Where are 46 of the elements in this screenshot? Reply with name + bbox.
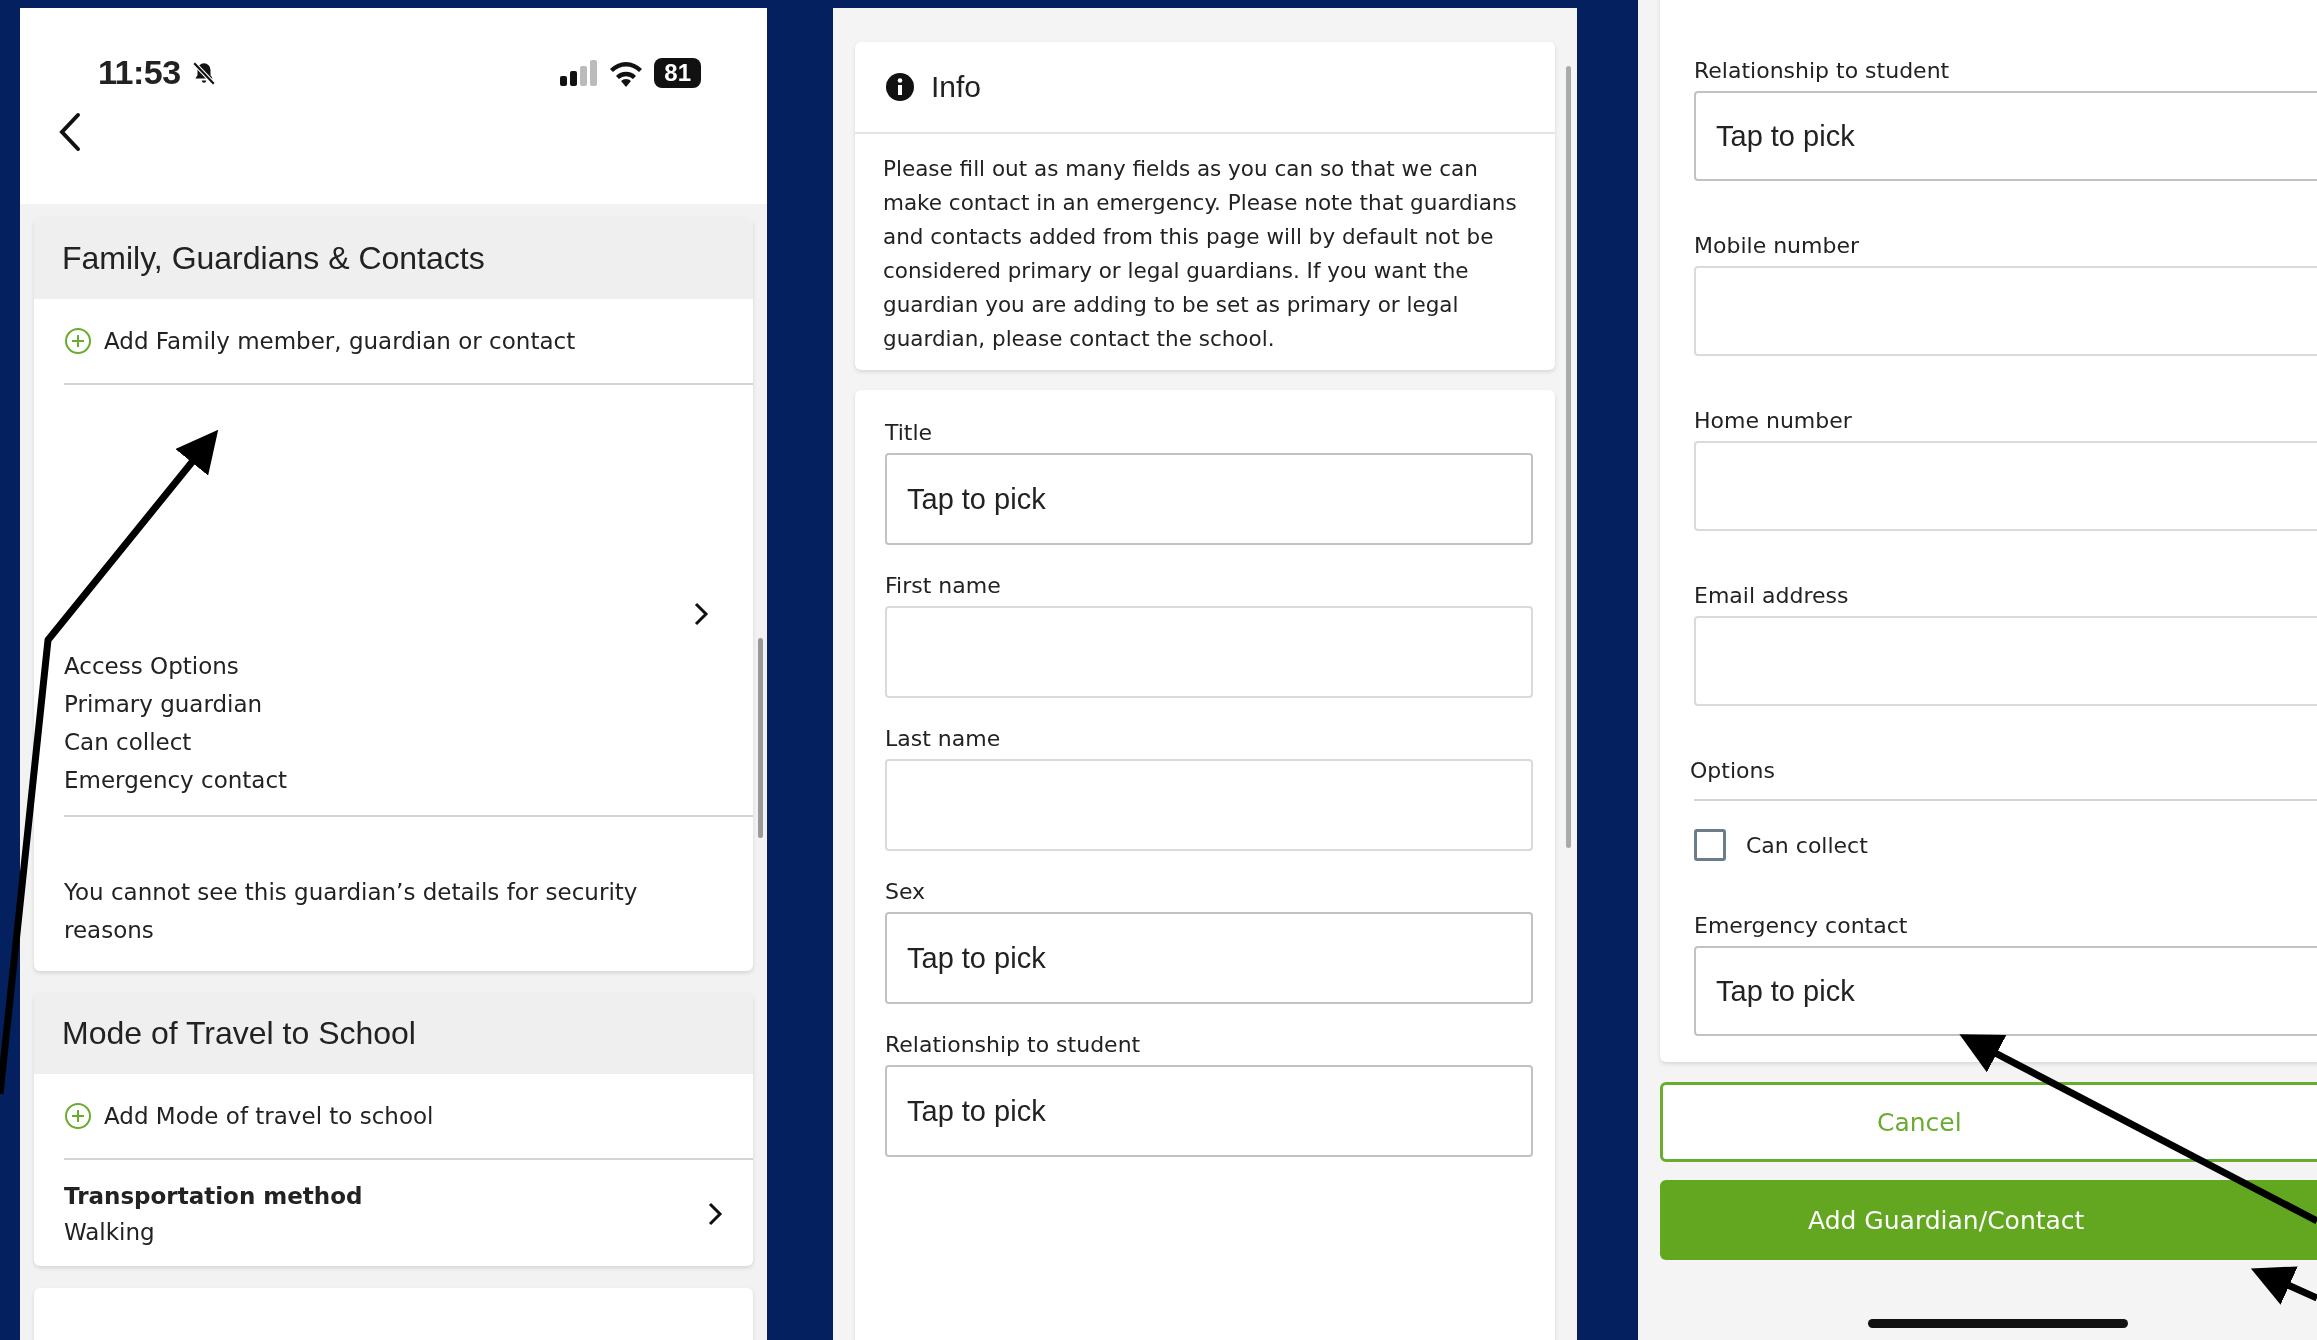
guardian-option: Access Options [64, 647, 723, 685]
add-contact-link[interactable]: Add Family member, guardian or contact [34, 299, 753, 383]
picker-field[interactable]: Tap to pick [1694, 946, 2317, 1036]
add-travel-link[interactable]: Add Mode of travel to school [34, 1074, 753, 1158]
guardian-option: Primary guardian [64, 685, 723, 723]
row-label: Transportation method [64, 1182, 363, 1211]
info-icon [885, 72, 915, 102]
field-label: Mobile number [1694, 232, 1861, 260]
guardian-option: Can collect [64, 723, 723, 761]
add-circle-icon [64, 327, 92, 355]
back-icon[interactable] [58, 111, 82, 152]
field-label: Emergency contact [1694, 912, 1909, 940]
field-label: Email address [1694, 582, 1850, 610]
chevron-right-icon[interactable] [707, 1201, 723, 1227]
guardian-option: Emergency contact [64, 761, 723, 799]
input-field[interactable] [885, 606, 1533, 698]
row-value: Walking [64, 1218, 156, 1247]
signal-icon [560, 59, 599, 86]
picker-field[interactable]: Tap to pick [885, 453, 1533, 545]
section-header: Family, Guardians & Contacts [34, 218, 753, 299]
input-field[interactable] [1694, 266, 2317, 356]
info-text: Please fill out as many fields as you can so that we can make contact in an emergency. Please note that guardians and contacts added from this page will by default not be considered primary or legal guardians. If you want the guardian you are adding to be set as primary or legal guardian, please contact the school. [882, 155, 1518, 353]
input-field[interactable] [1694, 616, 2317, 706]
field-label: First name [885, 572, 1002, 600]
battery-level: 81 [654, 57, 701, 88]
checkbox-label: Can collect [1746, 832, 1868, 858]
input-field[interactable] [885, 759, 1533, 851]
info-title: Info [931, 70, 982, 104]
picker-field[interactable]: Tap to pick [885, 1065, 1533, 1157]
add-circle-icon [64, 1102, 92, 1130]
picker-field[interactable]: Tap to pick [885, 912, 1533, 1004]
field-label: Relationship to student [885, 1031, 1142, 1059]
options-heading: Options [1690, 757, 1776, 785]
field-label: Relationship to student [1694, 57, 1951, 85]
field-label: Sex [885, 878, 927, 906]
security-notice: You cannot see this guardian’s details for security reasons [63, 878, 639, 945]
annotation-arrow [2250, 1266, 2317, 1305]
field-label: Last name [885, 725, 1002, 753]
checkbox[interactable] [1694, 829, 1726, 861]
section-header: Mode of Travel to School [34, 993, 753, 1074]
chevron-right-icon[interactable] [693, 601, 709, 627]
field-label: Home number [1694, 407, 1853, 435]
picker-field[interactable]: Tap to pick [1694, 91, 2317, 181]
status-time: 11:53 [98, 53, 181, 93]
input-field[interactable] [1694, 441, 2317, 531]
field-label: Title [885, 419, 934, 447]
